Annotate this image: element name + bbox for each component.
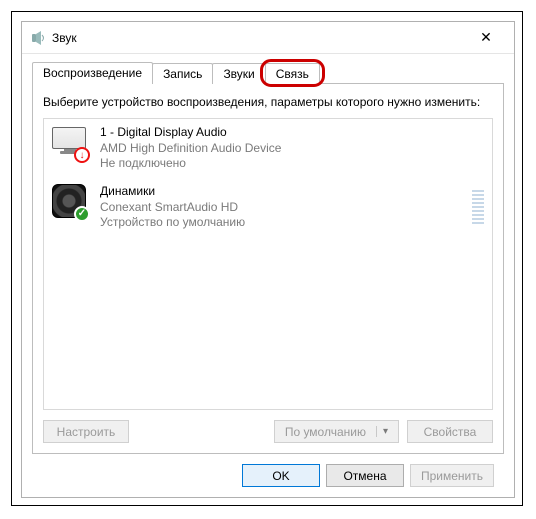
tab-recording[interactable]: Запись — [152, 63, 213, 84]
device-driver: Conexant SmartAudio HD — [100, 200, 460, 216]
tab-communications[interactable]: Связь — [265, 63, 320, 84]
level-meter — [472, 186, 484, 224]
device-name: 1 - Digital Display Audio — [100, 125, 484, 141]
pane-button-row: Настроить По умолчанию Свойства — [43, 420, 493, 443]
device-item[interactable]: ↓ 1 - Digital Display Audio AMD High Def… — [44, 119, 492, 178]
screenshot-frame: Звук ✕ Воспроизведение Запись Звуки Связ… — [11, 11, 523, 506]
tabstrip: Воспроизведение Запись Звуки Связь — [32, 62, 504, 84]
device-list[interactable]: ↓ 1 - Digital Display Audio AMD High Def… — [43, 118, 493, 410]
monitor-icon: ↓ — [52, 125, 88, 161]
properties-button: Свойства — [407, 420, 493, 443]
dialog-button-row: OK Отмена Применить — [32, 454, 504, 487]
window-title: Звук — [52, 31, 77, 45]
sound-dialog: Звук ✕ Воспроизведение Запись Звуки Связ… — [21, 21, 515, 498]
cancel-button[interactable]: Отмена — [326, 464, 404, 487]
apply-button: Применить — [410, 464, 494, 487]
set-default-button: По умолчанию — [274, 420, 399, 443]
device-status: Не подключено — [100, 156, 484, 172]
device-name: Динамики — [100, 184, 460, 200]
status-badge-default: ✓ — [74, 206, 90, 222]
ok-button[interactable]: OK — [242, 464, 320, 487]
titlebar: Звук ✕ — [22, 22, 514, 54]
configure-button: Настроить — [43, 420, 129, 443]
app-icon — [30, 30, 46, 46]
device-status: Устройство по умолчанию — [100, 215, 460, 231]
tab-panel: Выберите устройство воспроизведения, пар… — [32, 83, 504, 454]
tab-sounds[interactable]: Звуки — [212, 63, 265, 84]
status-badge-disconnected: ↓ — [74, 147, 90, 163]
close-icon: ✕ — [480, 29, 492, 46]
instruction-text: Выберите устройство воспроизведения, пар… — [43, 94, 493, 110]
speaker-icon: ✓ — [52, 184, 88, 220]
client-area: Воспроизведение Запись Звуки Связь Выбер… — [22, 54, 514, 497]
tab-playback[interactable]: Воспроизведение — [32, 62, 153, 84]
device-item[interactable]: ✓ Динамики Conexant SmartAudio HD Устрой… — [44, 178, 492, 237]
close-button[interactable]: ✕ — [464, 23, 508, 53]
device-driver: AMD High Definition Audio Device — [100, 141, 484, 157]
